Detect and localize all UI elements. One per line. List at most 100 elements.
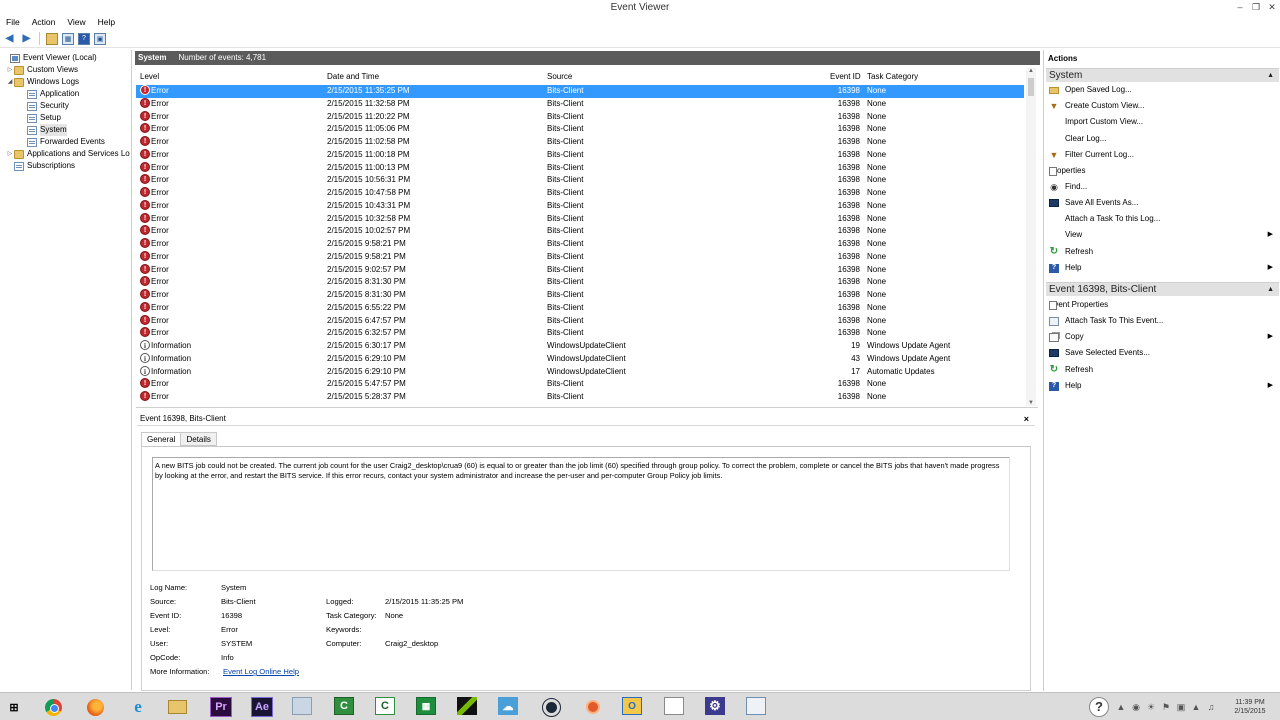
action-find[interactable]: ◉ Find... [1049,180,1277,194]
tree-item-windows-logs[interactable]: ◢ Windows Logs [6,76,79,88]
action-view[interactable]: View ▶ [1049,228,1277,242]
scroll-down-icon[interactable]: ▼ [1026,400,1036,406]
table-row[interactable]: i Information 2/15/2015 6:29:10 PM WindowsU… [136,352,1024,366]
document-icon[interactable] [664,697,684,715]
display-icon[interactable]: ▣ [1175,701,1187,713]
column-source[interactable]: Source [547,71,572,83]
tree-item-subscriptions[interactable]: Subscriptions [14,160,75,172]
camtasia-recorder-icon[interactable]: C [375,697,395,715]
action-copy[interactable]: Copy ▶ [1049,330,1277,344]
nvidia-icon[interactable] [457,697,477,715]
network-icon[interactable]: ◉ [1130,701,1142,713]
table-row[interactable]: ! Error 2/15/2015 8:31:30 PM Bits-Client 163… [136,289,1024,302]
column-event-id[interactable]: Event ID [830,71,861,83]
table-row[interactable]: ! Error 2/15/2015 11:02:58 PM Bits-Client 16… [136,136,1024,149]
table-row[interactable]: ! Error 2/15/2015 6:55:22 PM Bits-Client 163… [136,301,1024,315]
action-help[interactable]: ? Help ▶ [1049,261,1277,275]
menu-view[interactable]: View [61,15,91,29]
collapse-arrow-icon[interactable]: ▲ [1267,69,1274,83]
table-row[interactable]: i Information 2/15/2015 6:29:10 PM WindowsU… [136,365,1024,379]
console-tree-icon[interactable]: ▦ [62,32,74,45]
column-level[interactable]: Level [140,71,159,83]
table-row[interactable]: ! Error 2/15/2015 11:35:25 PM Bits-Client 16… [136,85,1024,98]
menu-help[interactable]: Help [92,15,121,29]
camtasia-icon[interactable]: C [334,697,354,715]
minimize-button[interactable]: – [1232,0,1248,15]
tree-item-custom-views[interactable]: ▷ Custom Views [6,64,78,76]
tree-item-apps-services[interactable]: ▷ Applications and Services Lo [6,148,130,160]
table-row[interactable]: ! Error 2/15/2015 9:02:57 PM Bits-Client 163… [136,263,1024,277]
help-icon[interactable]: ? [78,32,90,45]
event-description[interactable]: A new BITS job could not be created. The… [152,457,1010,571]
file-explorer-icon[interactable] [166,697,188,717]
internet-explorer-icon[interactable]: e [127,697,149,717]
window-icon[interactable] [292,697,312,715]
action-save-all-events[interactable]: Save All Events As... [1049,196,1277,210]
chrome-icon[interactable] [42,697,64,717]
column-date[interactable]: Date and Time [327,71,379,83]
menu-file[interactable]: File [0,15,26,29]
flag-icon[interactable]: ⚑ [1160,701,1172,713]
table-row[interactable]: ! Error 2/15/2015 6:32:57 PM Bits-Client 163… [136,327,1024,340]
action-attach-task-to-event[interactable]: Attach Task To This Event... [1049,314,1277,328]
tree-item-system[interactable]: System [27,124,67,136]
action-properties[interactable]: Properties [1049,164,1277,178]
table-row[interactable]: ! Error 2/15/2015 10:43:31 PM Bits-Client 16… [136,199,1024,213]
table-row[interactable]: ! Error 2/15/2015 6:47:57 PM Bits-Client 163… [136,314,1024,328]
spreadsheet-icon[interactable]: ▦ [416,697,436,715]
table-row[interactable]: ! Error 2/15/2015 11:32:58 PM Bits-Client 16… [136,97,1024,111]
open-folder-icon[interactable] [46,32,58,45]
start-icon[interactable]: ⊞ [4,697,24,717]
table-row[interactable]: ! Error 2/15/2015 5:47:57 PM Bits-Client 163… [136,378,1024,391]
table-row[interactable]: ! Error 2/15/2015 10:32:58 PM Bits-Client 16… [136,212,1024,226]
grid-scrollbar[interactable]: ▲ ▼ [1026,68,1036,406]
scroll-thumb[interactable] [1028,78,1034,96]
tree-item-root[interactable]: Event Viewer (Local) [2,52,97,64]
table-row[interactable]: ! Error 2/15/2015 10:56:31 PM Bits-Client 16… [136,174,1024,187]
tab-general[interactable]: General [141,432,182,447]
table-row[interactable]: ! Error 2/15/2015 9:58:21 PM Bits-Client 163… [136,250,1024,264]
table-row[interactable]: ! Error 2/15/2015 11:20:22 PM Bits-Client 16… [136,110,1024,124]
show-pane-icon[interactable]: ▣ [94,32,106,45]
table-row[interactable]: ! Error 2/15/2015 11:05:06 PM Bits-Client 16… [136,123,1024,136]
actions-section-system[interactable]: System ▲ [1046,68,1279,82]
action-clear-log[interactable]: Clear Log... [1049,132,1277,146]
outlook-icon[interactable]: O [622,697,642,715]
tree-item-setup[interactable]: Setup [27,112,61,124]
after-effects-icon[interactable]: Ae [251,697,273,717]
steam-icon[interactable] [540,697,562,717]
collapsed-arrow-icon[interactable]: ▷ [6,64,14,76]
scroll-up-icon[interactable]: ▲ [1026,68,1036,74]
column-task-category[interactable]: Task Category [867,71,918,83]
action-save-selected-events[interactable]: Save Selected Events... [1049,346,1277,360]
table-row[interactable]: ! Error 2/15/2015 9:58:21 PM Bits-Client 163… [136,238,1024,251]
table-row[interactable]: ! Error 2/15/2015 11:00:18 PM Bits-Client 16… [136,148,1024,162]
action-open-saved-log[interactable]: Open Saved Log... [1049,83,1277,97]
premiere-pro-icon[interactable]: Pr [210,697,232,717]
actions-section-event[interactable]: Event 16398, Bits-Client ▲ [1046,282,1279,296]
collapsed-arrow-icon[interactable]: ▷ [6,148,14,160]
table-row[interactable]: i Information 2/15/2015 6:30:17 PM WindowsU… [136,340,1024,353]
clock[interactable]: 11:39 PM 2/15/2015 [1220,698,1280,716]
action-refresh[interactable]: ↻ Refresh [1049,245,1277,259]
cloud-icon[interactable]: ☁ [498,697,518,715]
forward-arrow-icon[interactable]: ▶ [20,32,33,45]
action-help-event[interactable]: ? Help ▶ [1049,379,1277,393]
action-import-custom-view[interactable]: Import Custom View... [1049,115,1277,129]
volume-icon[interactable]: ♫ [1205,701,1217,713]
table-row[interactable]: ! Error 2/15/2015 10:02:57 PM Bits-Client 16… [136,225,1024,238]
tab-details[interactable]: Details [180,432,217,446]
firefox-icon[interactable] [84,697,106,717]
restore-button[interactable]: ❐ [1248,0,1264,15]
action-refresh-event[interactable]: ↻ Refresh [1049,363,1277,377]
event-viewer-icon[interactable] [746,697,766,715]
menu-action[interactable]: Action [26,15,62,29]
help-icon[interactable]: ? [1089,696,1109,717]
back-arrow-icon[interactable]: ◀ [3,32,16,45]
action-create-custom-view[interactable]: ▼ Create Custom View... [1049,99,1277,113]
tree-item-security[interactable]: Security [27,100,69,112]
collapse-arrow-icon[interactable]: ▲ [1267,283,1274,297]
tree-item-forwarded-events[interactable]: Forwarded Events [27,136,105,148]
close-icon[interactable]: × [1024,412,1029,426]
settings-icon[interactable]: ⚙ [705,697,725,715]
